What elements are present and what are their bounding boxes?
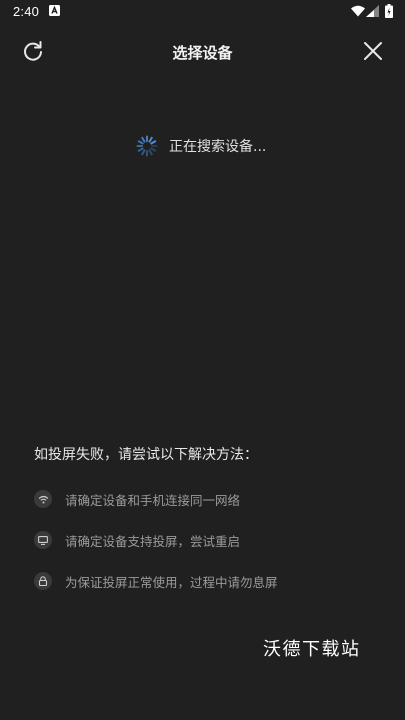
searching-status: 正在搜索设备... (136, 134, 266, 158)
status-time: 2:40 (13, 4, 40, 19)
tip-text: 为保证投屏正常使用，过程中请勿息屏 (65, 574, 278, 590)
troubleshooting-section: 如投屏失败，请尝试以下解决方法： 请确定设备和手机连接同一网络 请确定设备支持投… (34, 446, 384, 613)
troubleshooting-title: 如投屏失败，请尝试以下解决方法： (34, 447, 258, 463)
tip-item: 请确定设备支持投屏，尝试重启 (34, 531, 384, 549)
lock-icon (34, 572, 52, 590)
watermark-text: 沃德下载站 (263, 639, 361, 660)
header: 选择设备 (0, 28, 405, 76)
wifi-icon (34, 490, 52, 508)
battery-status-icon (385, 4, 393, 18)
status-bar: 2:40 (0, 0, 405, 24)
loading-spinner-icon (136, 135, 158, 157)
app-notification-icon (49, 5, 60, 16)
page-title: 选择设备 (172, 44, 233, 62)
tip-text: 请确定设备支持投屏，尝试重启 (65, 533, 241, 549)
signal-status-icon (366, 5, 379, 17)
tip-text: 请确定设备和手机连接同一网络 (65, 492, 241, 508)
close-icon[interactable] (360, 38, 386, 64)
tip-item: 为保证投屏正常使用，过程中请勿息屏 (34, 572, 384, 590)
tip-item: 请确定设备和手机连接同一网络 (34, 490, 384, 508)
monitor-icon (34, 531, 52, 549)
wifi-status-icon (351, 5, 365, 17)
searching-text: 正在搜索设备... (169, 139, 267, 155)
